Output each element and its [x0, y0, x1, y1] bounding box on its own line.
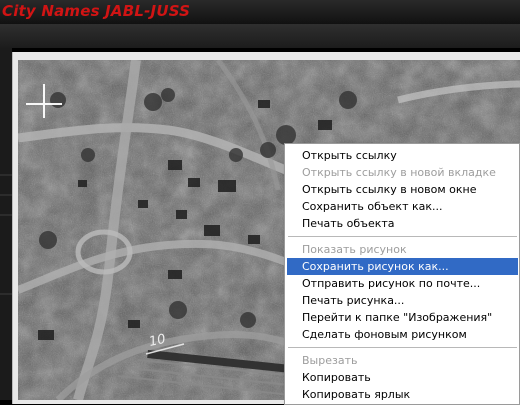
menu-item-save-picture-as[interactable]: Сохранить рисунок как... [287, 258, 518, 275]
menu-item-copy[interactable]: Копировать [287, 369, 518, 386]
menu-item-save-target-as[interactable]: Сохранить объект как... [287, 198, 518, 215]
menu-item-open-link[interactable]: Открыть ссылку [287, 147, 518, 164]
menu-separator [288, 236, 517, 237]
menu-item-print-picture[interactable]: Печать рисунка... [287, 292, 518, 309]
menu-item-cut: Вырезать [302, 354, 358, 367]
page-header: City Names JABL-JUSS [0, 0, 520, 24]
context-menu: Открыть ссылку Открыть ссылку в новой вк… [284, 143, 520, 405]
page-title: City Names JABL-JUSS [2, 2, 191, 20]
menu-item-open-link-new-window[interactable]: Открыть ссылку в новом окне [287, 181, 518, 198]
left-sidebar [0, 48, 12, 400]
menu-item-go-to-pictures[interactable]: Перейти к папке "Изображения" [287, 309, 518, 326]
menu-separator [288, 347, 517, 348]
menu-item-email-picture[interactable]: Отправить рисунок по почте... [287, 275, 518, 292]
toolbar-strip [0, 24, 520, 48]
menu-item-open-link-new-tab: Открыть ссылку в новой вкладке [302, 166, 496, 179]
menu-item-print-target[interactable]: Печать объекта [287, 215, 518, 232]
menu-item-copy-shortcut[interactable]: Копировать ярлык [287, 386, 518, 403]
menu-item-show-picture: Показать рисунок [302, 243, 407, 256]
menu-item-set-as-background[interactable]: Сделать фоновым рисунком [287, 326, 518, 343]
